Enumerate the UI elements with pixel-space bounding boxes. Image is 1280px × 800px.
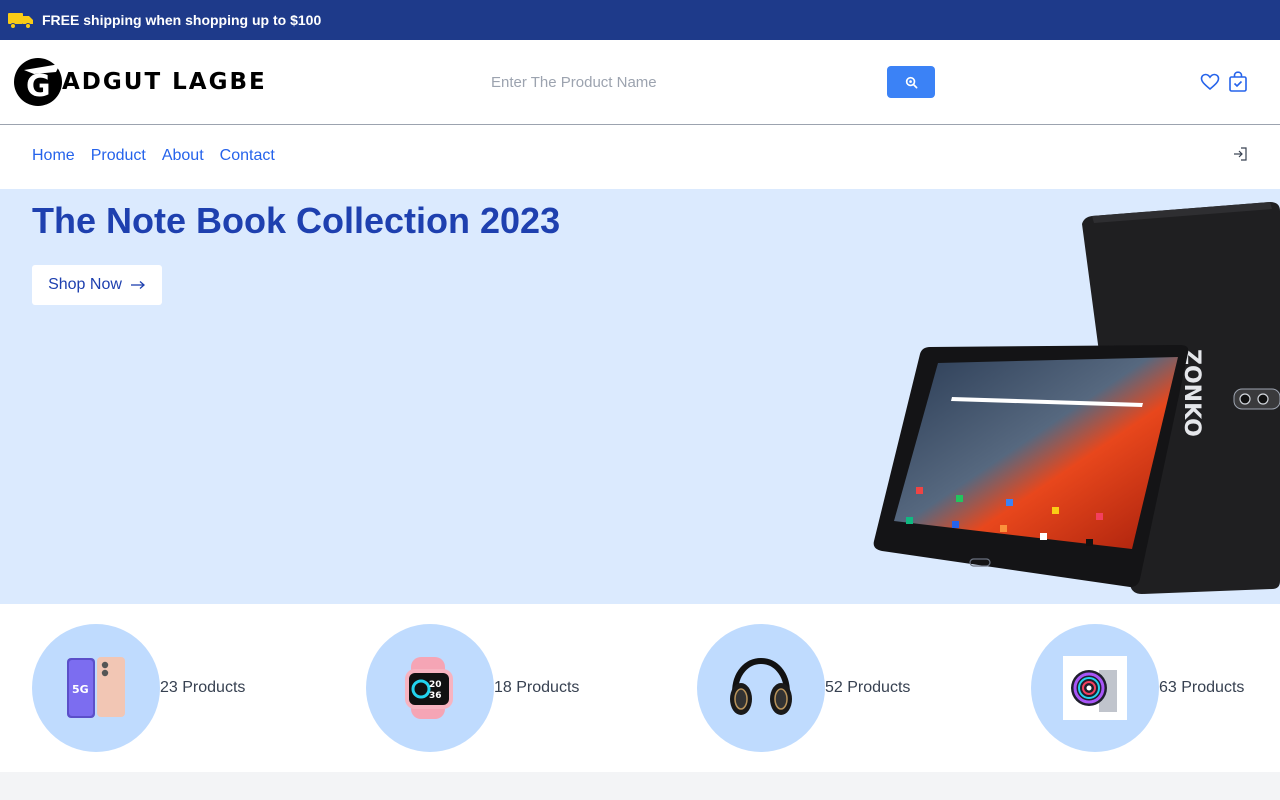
main-nav: Home Product About Contact (0, 125, 1280, 189)
heart-icon (1200, 73, 1220, 91)
announcement-bar: FREE shipping when shopping up to $100 (0, 0, 1280, 40)
nav-link-product[interactable]: Product (91, 147, 146, 165)
category-count: 18 Products (494, 679, 580, 696)
category-count: 63 Products (1159, 679, 1245, 696)
logo-mark-icon: G (14, 58, 62, 106)
category-item[interactable]: 5G 23 Products (32, 624, 245, 752)
smartphone-icon: 5G (67, 657, 125, 718)
svg-text:36: 36 (429, 691, 442, 701)
nav-link-contact[interactable]: Contact (220, 147, 275, 165)
shop-now-label: Shop Now (48, 276, 122, 293)
category-item[interactable]: 20 36 18 Products (366, 624, 579, 752)
category-image-coolers (1031, 624, 1159, 752)
nav-link-about[interactable]: About (162, 147, 204, 165)
cpu-cooler-icon (1063, 656, 1127, 720)
hero-title: The Note Book Collection 2023 (32, 200, 561, 241)
site-header: G ADGUT LAGBE (0, 40, 1280, 125)
nav-link-home[interactable]: Home (32, 147, 75, 165)
wishlist-button[interactable] (1199, 71, 1221, 93)
svg-text:20: 20 (429, 680, 442, 690)
category-item[interactable]: 52 Products (697, 624, 910, 752)
svg-text:5G: 5G (72, 683, 89, 696)
headphones-icon (730, 657, 792, 715)
category-strip: 5G 23 Products 20 36 18 Products 52 Prod… (0, 604, 1280, 772)
truck-icon (8, 13, 33, 29)
category-image-watches: 20 36 (366, 624, 494, 752)
search-button[interactable] (887, 66, 935, 98)
svg-text:G: G (26, 69, 51, 104)
arrow-right-icon (130, 281, 145, 289)
category-image-headphones (697, 624, 825, 752)
search-input[interactable] (480, 66, 880, 98)
brand-logo[interactable]: G ADGUT LAGBE (12, 56, 267, 108)
login-button[interactable] (1232, 146, 1248, 162)
category-item[interactable]: 63 Products (1031, 624, 1244, 752)
cart-button[interactable] (1227, 71, 1249, 93)
category-count: 52 Products (825, 679, 911, 696)
brand-name: ADGUT LAGBE (62, 69, 267, 95)
hero-banner: The Note Book Collection 2023 Shop Now Z… (0, 189, 1280, 604)
search-icon (905, 76, 917, 88)
tablet-product-image: ZONKO (873, 202, 1280, 594)
category-image-phones: 5G (32, 624, 160, 752)
smartwatch-icon: 20 36 (405, 657, 453, 719)
login-icon (1234, 147, 1247, 161)
category-count: 23 Products (160, 679, 246, 696)
shop-now-button[interactable]: Shop Now (32, 265, 162, 305)
announcement-text: FREE shipping when shopping up to $100 (42, 12, 322, 28)
shopping-bag-icon (1229, 71, 1247, 92)
